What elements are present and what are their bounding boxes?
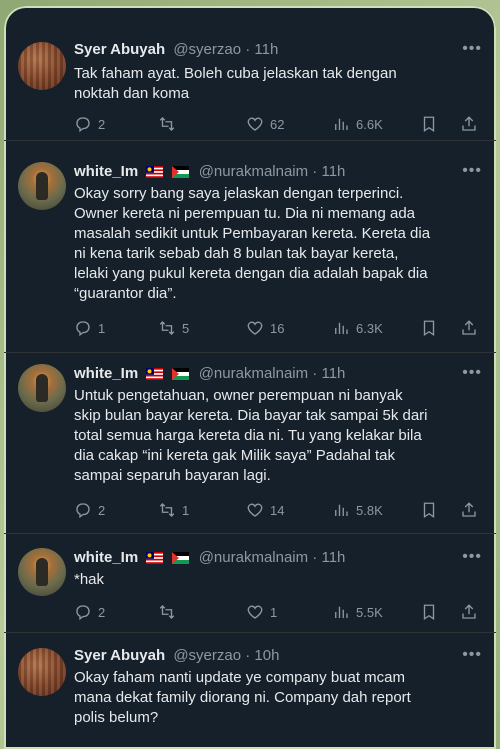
retweet-button[interactable] xyxy=(158,114,182,134)
like-count: 62 xyxy=(270,116,285,132)
retweet-icon xyxy=(159,321,175,335)
heart-icon xyxy=(247,503,263,517)
tweet-text: Okay sorry bang saya jelaskan dengan ter… xyxy=(74,185,431,302)
more-icon[interactable]: ••• xyxy=(462,364,482,382)
more-icon[interactable]: ••• xyxy=(462,548,482,566)
share-button[interactable] xyxy=(460,500,484,520)
views-button[interactable]: 6.6K xyxy=(332,114,383,134)
retweet-button[interactable]: 5 xyxy=(158,318,189,338)
views-button[interactable]: 5.8K xyxy=(332,500,383,520)
divider xyxy=(4,533,496,534)
share-button[interactable] xyxy=(460,602,484,622)
retweet-button[interactable] xyxy=(158,602,182,622)
tweet-thread: Syer Abuyah @syerzao · 11h ••• Tak faham… xyxy=(4,6,496,749)
more-icon[interactable]: ••• xyxy=(462,646,482,664)
like-button[interactable]: 62 xyxy=(246,114,284,134)
views-button[interactable]: 6.3K xyxy=(332,318,383,338)
views-icon xyxy=(335,118,348,130)
share-icon xyxy=(462,320,476,335)
malaysia-flag-icon xyxy=(146,166,164,178)
reply-button[interactable]: 2 xyxy=(74,602,105,622)
tweet-text: Okay faham nanti update ye company buat … xyxy=(74,669,411,726)
author-handle: @nurakmalnaim · 11h xyxy=(198,163,346,180)
avatar[interactable] xyxy=(18,162,66,210)
bookmark-icon xyxy=(423,604,435,621)
author-name[interactable]: Syer Abuyah xyxy=(74,647,165,664)
author-name[interactable]: white_Im xyxy=(74,163,138,180)
bookmark-icon xyxy=(423,502,435,519)
avatar[interactable] xyxy=(18,548,66,596)
avatar[interactable] xyxy=(18,42,66,90)
heart-icon xyxy=(247,321,263,335)
bookmark-button[interactable] xyxy=(420,318,444,338)
tweet-text: *hak xyxy=(74,571,105,588)
views-count: 6.6K xyxy=(356,116,383,132)
reply-icon xyxy=(76,503,90,519)
palestine-flag-icon xyxy=(171,166,189,178)
heart-icon xyxy=(247,605,263,619)
reply-icon xyxy=(76,117,90,133)
views-icon xyxy=(335,322,348,334)
bookmark-icon xyxy=(423,116,435,133)
author-handle: @nurakmalnaim · 11h xyxy=(198,549,346,566)
avatar[interactable] xyxy=(18,364,66,412)
reply-count: 2 xyxy=(98,116,106,132)
like-count: 16 xyxy=(270,320,285,336)
author-name[interactable]: white_Im xyxy=(74,365,138,382)
palestine-flag-icon xyxy=(171,552,189,564)
like-button[interactable]: 14 xyxy=(246,500,284,520)
author-name[interactable]: Syer Abuyah xyxy=(74,41,165,58)
tweet-text: Tak faham ayat. Boleh cuba jelaskan tak … xyxy=(74,65,397,102)
views-button[interactable]: 5.5K xyxy=(332,602,383,622)
author-handle: @nurakmalnaim · 11h xyxy=(198,365,346,382)
reply-count: 2 xyxy=(98,502,106,518)
reply-button[interactable]: 1 xyxy=(74,318,105,338)
share-button[interactable] xyxy=(460,114,484,134)
retweet-icon xyxy=(159,605,175,619)
reply-button[interactable]: 2 xyxy=(74,114,105,134)
divider xyxy=(4,140,496,141)
more-icon[interactable]: ••• xyxy=(462,162,482,180)
more-icon[interactable]: ••• xyxy=(462,40,482,58)
like-button[interactable]: 1 xyxy=(246,602,277,622)
views-count: 5.8K xyxy=(356,502,383,518)
reply-count: 2 xyxy=(98,604,106,620)
retweet-icon xyxy=(159,503,175,517)
views-icon xyxy=(335,504,348,516)
like-count: 14 xyxy=(270,502,285,518)
retweet-count: 1 xyxy=(182,502,190,518)
like-count: 1 xyxy=(270,604,278,620)
tweet-text: Untuk pengetahuan, owner perempuan ni ba… xyxy=(74,387,428,484)
avatar[interactable] xyxy=(18,648,66,696)
retweet-icon xyxy=(159,117,175,131)
retweet-button[interactable]: 1 xyxy=(158,500,189,520)
share-icon xyxy=(462,604,476,619)
reply-count: 1 xyxy=(98,320,106,336)
views-count: 5.5K xyxy=(356,604,383,620)
reply-icon xyxy=(76,605,90,621)
retweet-count: 5 xyxy=(182,320,190,336)
views-count: 6.3K xyxy=(356,320,383,336)
divider xyxy=(4,352,496,353)
author-handle: @syerzao · 10h xyxy=(173,647,280,664)
share-icon xyxy=(462,502,476,517)
bookmark-button[interactable] xyxy=(420,500,444,520)
reply-icon xyxy=(76,321,90,337)
heart-icon xyxy=(247,117,263,131)
author-name[interactable]: white_Im xyxy=(74,549,138,566)
malaysia-flag-icon xyxy=(146,368,164,380)
author-handle: @syerzao · 11h xyxy=(173,41,279,58)
views-icon xyxy=(335,606,348,618)
bookmark-button[interactable] xyxy=(420,114,444,134)
bookmark-icon xyxy=(423,320,435,337)
bookmark-button[interactable] xyxy=(420,602,444,622)
palestine-flag-icon xyxy=(171,368,189,380)
like-button[interactable]: 16 xyxy=(246,318,284,338)
share-button[interactable] xyxy=(460,318,484,338)
reply-button[interactable]: 2 xyxy=(74,500,105,520)
share-icon xyxy=(462,116,476,131)
malaysia-flag-icon xyxy=(146,552,164,564)
divider xyxy=(4,632,496,633)
